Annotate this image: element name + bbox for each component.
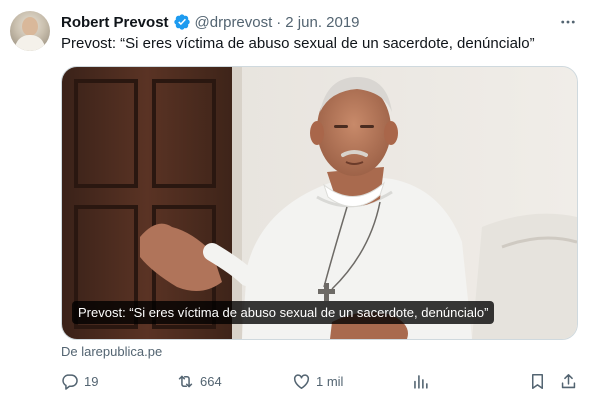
card-source[interactable]: De larepublica.pe — [61, 344, 162, 359]
avatar-face — [22, 17, 38, 36]
share-icon — [561, 373, 576, 388]
bookmark-icon — [531, 373, 544, 389]
share-button[interactable] — [559, 369, 578, 393]
views-icon — [414, 374, 428, 389]
retweet-button[interactable]: 664 — [176, 369, 222, 393]
verified-badge-icon[interactable] — [173, 13, 191, 31]
tweet[interactable]: Robert Prevost @drprevost · 2 jun. 2019 … — [0, 0, 592, 402]
action-bar: 19 664 1 mil — [0, 369, 592, 393]
retweet-count: 664 — [200, 373, 222, 389]
more-button[interactable] — [556, 12, 580, 32]
bookmark-button[interactable] — [528, 369, 547, 393]
more-icon — [561, 20, 575, 24]
author-handle[interactable]: @drprevost — [195, 14, 273, 31]
avatar-body — [15, 35, 45, 51]
tweet-header: Robert Prevost @drprevost · 2 jun. 2019 — [61, 12, 360, 32]
author-name[interactable]: Robert Prevost — [61, 14, 169, 31]
separator-dot: · — [276, 13, 282, 31]
reply-button[interactable]: 19 — [60, 369, 98, 393]
like-button[interactable]: 1 mil — [292, 369, 343, 393]
heart-icon — [294, 373, 309, 389]
card-image — [62, 67, 577, 339]
retweet-icon — [178, 375, 193, 387]
reply-icon — [62, 373, 78, 390]
reply-count: 19 — [84, 373, 99, 389]
tweet-date[interactable]: 2 jun. 2019 — [285, 14, 359, 31]
avatar[interactable] — [10, 11, 50, 51]
views-button[interactable] — [411, 369, 430, 393]
tweet-text: Prevost: “Si eres víctima de abuso sexua… — [61, 35, 535, 52]
link-card[interactable]: Prevost: “Si eres víctima de abuso sexua… — [61, 66, 578, 340]
card-caption: Prevost: “Si eres víctima de abuso sexua… — [72, 301, 495, 324]
like-count: 1 mil — [316, 373, 344, 389]
